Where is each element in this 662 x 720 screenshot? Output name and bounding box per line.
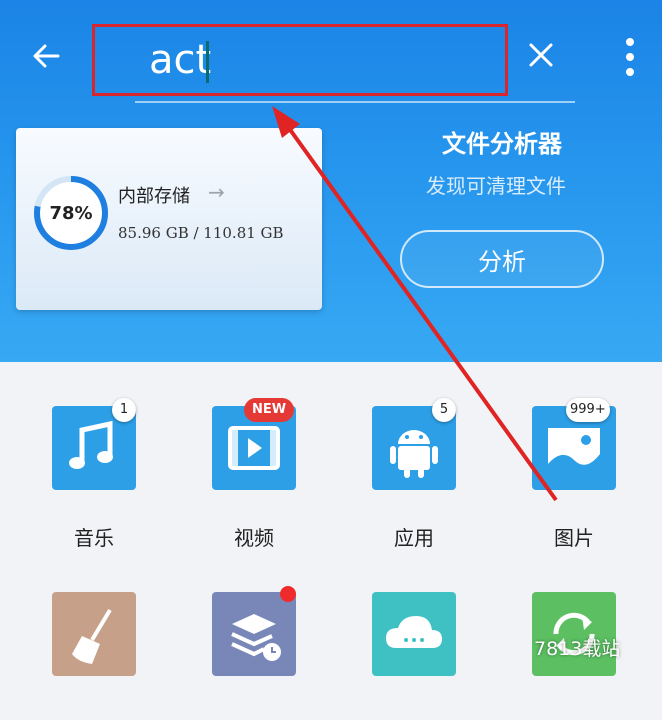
notification-dot [280,586,296,602]
text-cursor [206,41,209,83]
cloud-icon [386,616,442,648]
broom-icon [72,608,112,664]
apps-badge: 5 [432,398,456,422]
category-label-apps: 应用 [394,526,434,550]
back-button[interactable] [28,38,64,74]
stack-clock-icon [231,614,281,661]
analyzer-title: 文件分析器 [442,129,562,158]
analyzer-subtitle: 发现可清理文件 [426,174,566,198]
arrow-left-icon [33,44,60,68]
search-input[interactable]: act [92,24,508,96]
search-underline [135,101,575,103]
tool-storage[interactable] [212,592,296,676]
watermark-text: 7813载站 [534,638,621,660]
video-new-badge: NEW [244,398,295,422]
storage-title: 内部存储 [118,186,190,207]
storage-card[interactable]: 78% 内部存储 → 85.96 GB / 110.81 GB [16,128,322,310]
analyze-button[interactable]: 分析 [400,230,604,288]
more-menu-button[interactable] [618,34,642,80]
category-label-music: 音乐 [74,526,114,550]
search-text: act [149,37,212,83]
category-label-video: 视频 [234,526,274,550]
chevron-right-icon: → [208,180,225,204]
clear-button[interactable] [524,38,558,72]
music-badge: 1 [112,398,136,422]
storage-percent: 78% [49,202,93,224]
tool-cleaner[interactable] [52,592,136,676]
images-badge: 999+ [566,398,610,422]
storage-size: 85.96 GB / 110.81 GB [118,224,284,242]
more-vert-icon [626,38,634,76]
close-icon [529,43,553,67]
tool-cloud[interactable] [372,592,456,676]
category-label-images: 图片 [554,526,594,550]
